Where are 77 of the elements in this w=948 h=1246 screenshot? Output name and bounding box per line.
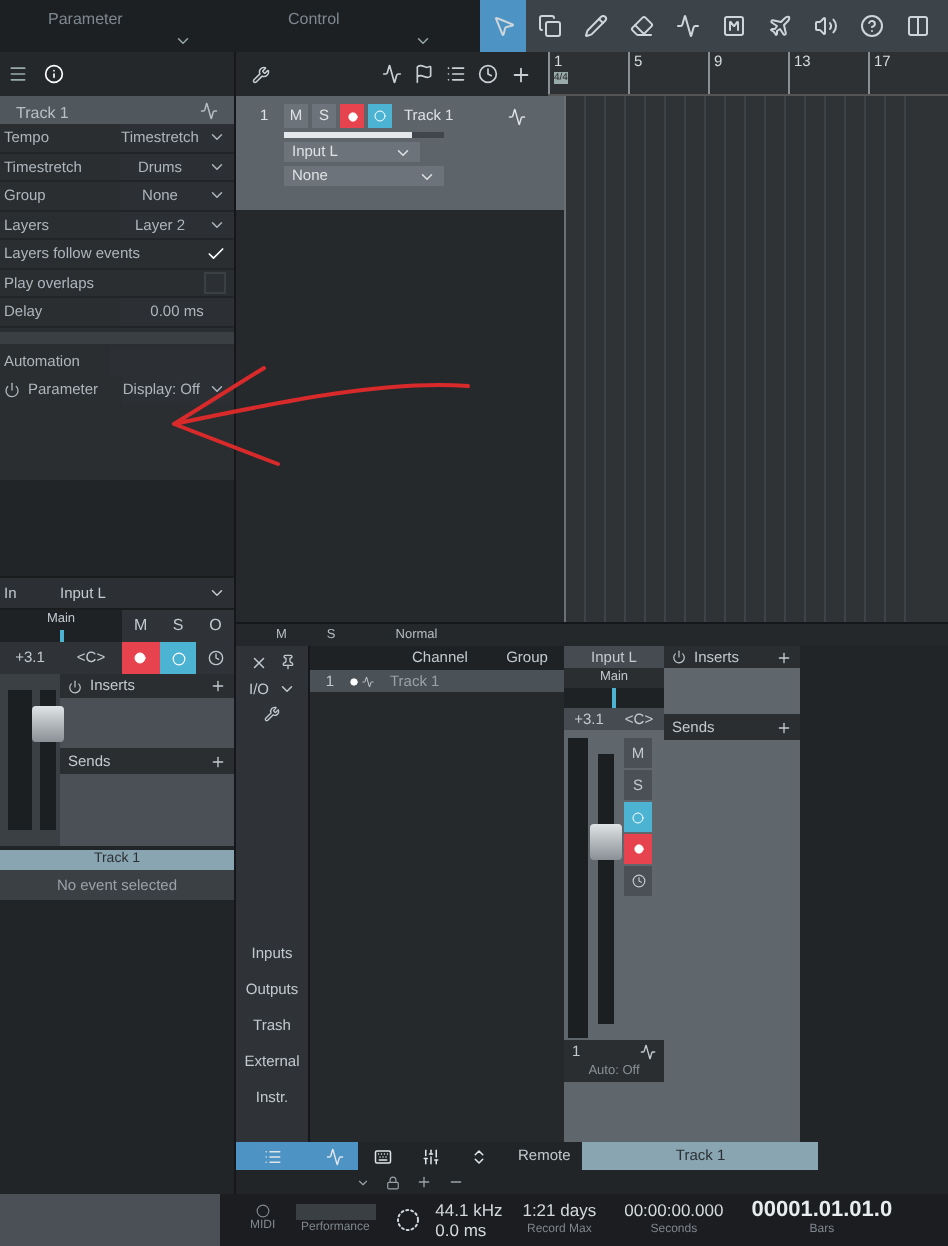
add-icon[interactable] (210, 753, 226, 769)
fader-handle[interactable] (32, 705, 64, 742)
power-icon[interactable] (4, 381, 20, 397)
pointer-icon (491, 14, 515, 38)
add-icon[interactable] (776, 719, 792, 735)
info-icon[interactable] (44, 64, 64, 84)
record-time: 1:21 days (522, 1200, 597, 1220)
performance-meter (295, 1203, 376, 1219)
record-button[interactable] (122, 642, 160, 674)
bars-counter: 00001.01.01.0 (751, 1200, 893, 1220)
control-selector[interactable]: Control (240, 0, 480, 52)
waveform-icon (200, 101, 218, 119)
wave-icon (362, 675, 374, 687)
monitor-icon (171, 651, 185, 665)
clock-icon[interactable] (478, 64, 498, 84)
speaker-icon (813, 14, 837, 38)
list-icon (264, 1147, 282, 1165)
record-icon (347, 111, 357, 121)
add-icon[interactable] (210, 678, 226, 694)
checkbox[interactable] (204, 271, 226, 294)
channel-button[interactable]: M (122, 610, 160, 642)
mute-tool-icon (721, 14, 745, 38)
caret-icon (414, 32, 432, 50)
add-track-icon[interactable] (510, 63, 532, 85)
list-icon[interactable] (446, 64, 466, 84)
record-icon (633, 844, 643, 854)
power-icon[interactable] (672, 650, 686, 664)
channel-button[interactable]: O (196, 610, 235, 642)
latency: 0.0 ms (435, 1220, 489, 1240)
flag-icon[interactable] (414, 64, 434, 84)
midi-activity-icon (255, 1204, 270, 1218)
keyboard-icon (373, 1147, 391, 1165)
clock-icon (631, 874, 645, 888)
checkbox[interactable] (204, 242, 226, 265)
lock-icon[interactable] (386, 1175, 400, 1189)
clock-icon (207, 650, 224, 666)
level-meter (8, 690, 32, 830)
range-icon (537, 14, 561, 38)
eraser-icon (629, 14, 653, 38)
close-icon[interactable] (249, 654, 267, 672)
caret-icon (208, 380, 226, 398)
record-button[interactable] (340, 104, 364, 128)
pan-slider[interactable] (564, 688, 664, 708)
sliders-icon (421, 1147, 439, 1165)
seconds-counter: 00:00:00.000 (624, 1200, 724, 1220)
waveform-icon (508, 107, 526, 125)
pencil-icon (583, 14, 607, 38)
check-icon (205, 243, 225, 264)
monitor-icon (632, 811, 644, 823)
record-icon (350, 677, 358, 685)
caret-icon (208, 584, 226, 602)
dotted-circle-icon (395, 1208, 420, 1232)
wrench-icon[interactable] (264, 706, 280, 723)
record-icon (134, 652, 147, 664)
power-icon[interactable] (68, 679, 82, 693)
monitor-icon (374, 110, 386, 122)
split-view-icon (905, 14, 929, 38)
help-icon (859, 14, 883, 38)
sample-rate: 44.1 kHz (435, 1200, 503, 1220)
timing-button[interactable] (196, 642, 235, 674)
plane-icon (767, 14, 791, 38)
arrows-icon (469, 1147, 487, 1165)
track-name: Track 1 (16, 102, 69, 126)
caret-icon (174, 32, 192, 50)
curve-icon[interactable] (382, 64, 402, 84)
channel-button[interactable]: S (159, 610, 197, 642)
monitor-button[interactable] (159, 642, 197, 674)
caret-icon[interactable] (356, 1175, 370, 1189)
timing-button[interactable] (624, 866, 652, 896)
control-selector[interactable]: Parameter (0, 0, 240, 52)
list-icon[interactable] (8, 64, 28, 84)
record-button[interactable] (624, 834, 652, 864)
wrench-icon[interactable] (252, 65, 270, 83)
bend-icon (675, 14, 699, 38)
add-icon[interactable] (416, 1174, 432, 1190)
pin-icon[interactable] (279, 654, 295, 670)
add-icon[interactable] (776, 649, 792, 665)
